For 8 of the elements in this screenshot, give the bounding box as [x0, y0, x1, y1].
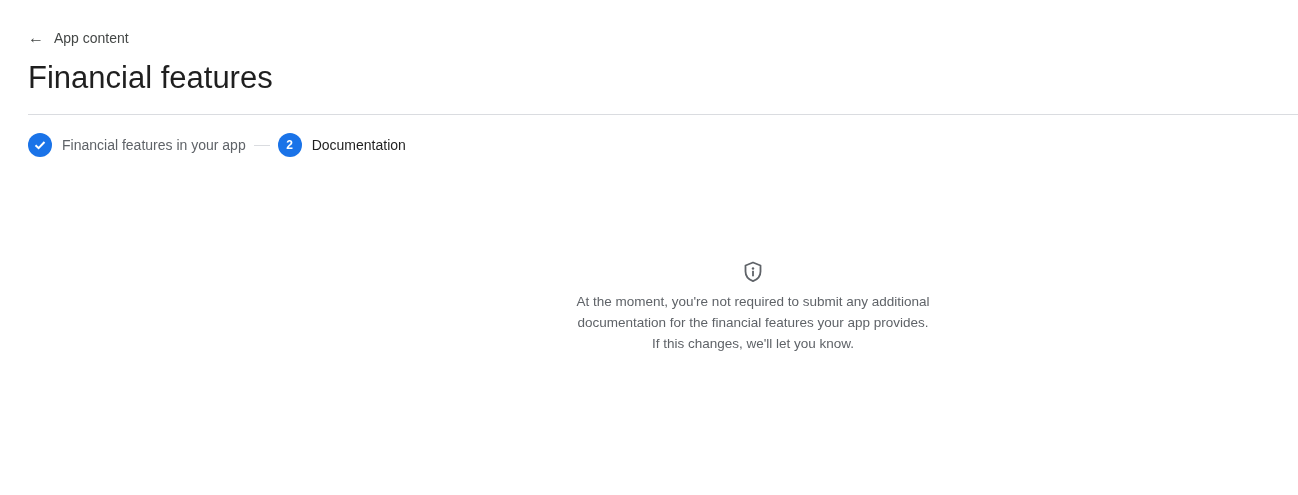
- back-link[interactable]: ← App content: [28, 26, 129, 50]
- step-number: 2: [277, 133, 302, 157]
- step-label: Financial features in your app: [62, 135, 246, 155]
- page-title: Financial features: [28, 59, 274, 97]
- back-arrow-icon: ←: [28, 26, 44, 50]
- info-message: At the moment, you're not required to submit any additional documentation for the financial features your app provides. If this changes, we'll let you know.: [575, 293, 931, 353]
- step-label: Documentation: [311, 135, 406, 155]
- shield-info-icon: [743, 261, 763, 283]
